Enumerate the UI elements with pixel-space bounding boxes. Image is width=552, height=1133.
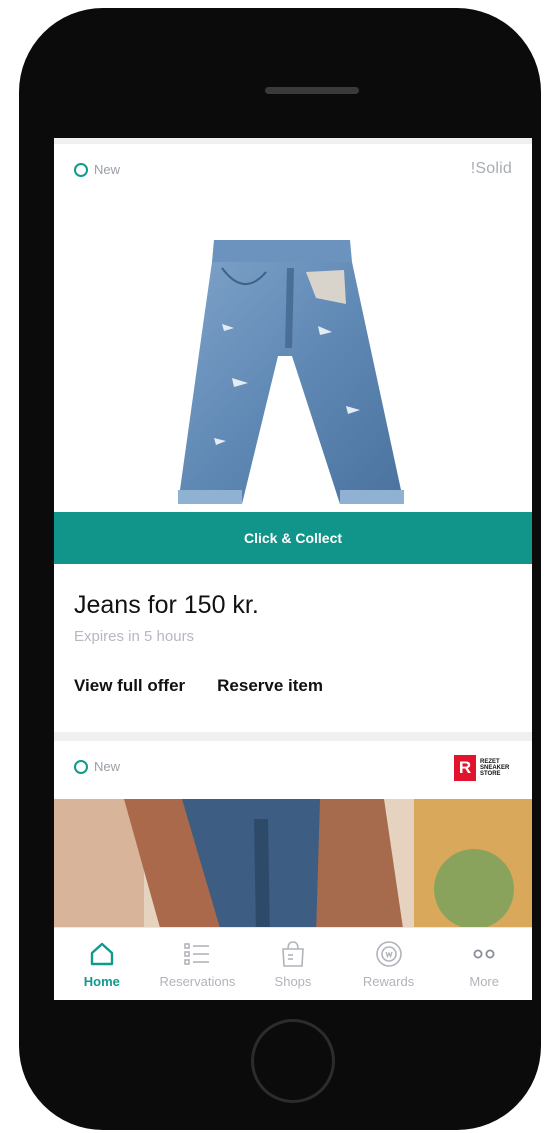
- app-screen: New !Solid Click & Collect Jeans for 150…: [54, 138, 532, 1000]
- offer-title: Jeans for 150 kr.: [74, 591, 259, 619]
- new-ring-icon: [74, 162, 88, 177]
- offer-actions: View full offer Reserve item: [74, 676, 323, 696]
- tab-shops-label: Shops: [274, 974, 312, 989]
- more-icon: [469, 939, 499, 969]
- new-tag: New: [74, 759, 120, 774]
- tab-rewards[interactable]: Rewards: [341, 928, 437, 1000]
- bottom-tab-bar: Home Reservations Shops Rewards More: [54, 927, 532, 1000]
- new-ring-icon: [74, 759, 88, 774]
- home-icon: [87, 939, 117, 969]
- click-collect-banner[interactable]: Click & Collect: [54, 512, 532, 564]
- tab-more-label: More: [469, 974, 499, 989]
- click-collect-label: Click & Collect: [243, 530, 343, 546]
- tab-shops[interactable]: Shops: [245, 928, 341, 1000]
- earpiece-speaker: [265, 87, 359, 94]
- offer-card[interactable]: New !Solid Click & Collect Jeans for 150…: [54, 144, 532, 732]
- list-icon: [182, 939, 212, 969]
- home-hardware-button[interactable]: [251, 1019, 335, 1103]
- rezet-letter-mark: R: [454, 755, 476, 781]
- tab-home-label: Home: [83, 974, 120, 989]
- brand-logo-rezet: R REZET SNEAKER STORE: [454, 755, 514, 781]
- sneaker-product-image[interactable]: [54, 799, 532, 935]
- tab-more[interactable]: More: [436, 928, 532, 1000]
- new-label: New: [94, 759, 121, 774]
- rewards-coin-icon: [374, 939, 404, 969]
- new-label: New: [94, 162, 121, 177]
- tab-rewards-label: Rewards: [362, 974, 415, 989]
- shopping-bag-icon: [278, 939, 308, 969]
- tab-reservations[interactable]: Reservations: [150, 928, 246, 1000]
- tab-reservations-label: Reservations: [159, 974, 236, 989]
- jeans-product-image[interactable]: [54, 228, 532, 514]
- offer-expiry: Expires in 5 hours: [74, 628, 195, 645]
- rezet-wordmark: REZET SNEAKER STORE: [480, 759, 510, 777]
- brand-logo-solid: !Solid: [470, 160, 512, 177]
- view-full-offer-link[interactable]: View full offer: [74, 676, 185, 696]
- tab-home[interactable]: Home: [54, 928, 150, 1000]
- reserve-item-link[interactable]: Reserve item: [217, 676, 323, 696]
- new-tag: New: [74, 162, 120, 177]
